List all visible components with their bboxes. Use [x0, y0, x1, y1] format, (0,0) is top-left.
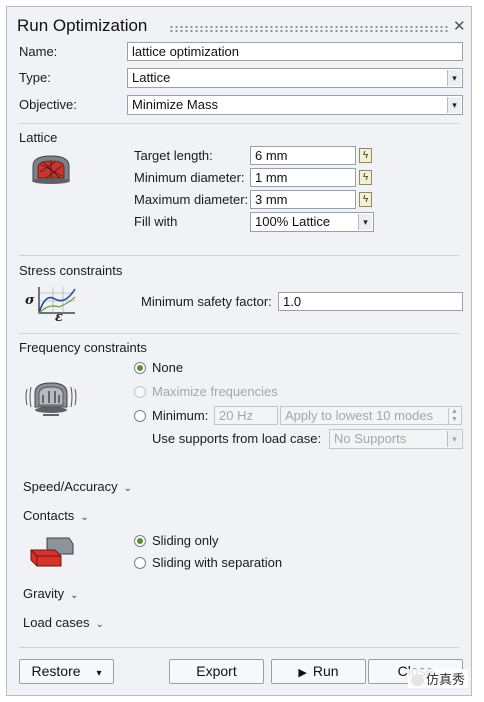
export-button[interactable]: Export: [169, 659, 264, 684]
sliding-only-radio[interactable]: [134, 535, 146, 547]
supports-value: No Supports: [334, 431, 407, 446]
contacts-label: Contacts: [23, 508, 75, 523]
chevron-down-icon: ⌄: [80, 512, 89, 523]
chevron-down-icon: ▾: [96, 668, 102, 679]
max-diameter-input[interactable]: 3 mm: [250, 190, 356, 209]
minimum-frequency-input: 20 Hz: [214, 406, 278, 425]
frequency-maximize-label: Maximize frequencies: [152, 384, 278, 399]
dialog-title: Run Optimization: [17, 16, 148, 35]
objective-select[interactable]: Minimize Mass ▾: [127, 95, 463, 115]
name-label: Name:: [19, 44, 58, 59]
frequency-minimum-radio[interactable]: [134, 410, 146, 422]
objective-value: Minimize Mass: [132, 97, 218, 112]
run-button[interactable]: ▶ Run: [271, 659, 366, 684]
contact-blocks-icon: [29, 534, 75, 568]
min-diameter-input[interactable]: 1 mm: [250, 168, 356, 187]
type-value: Lattice: [132, 70, 171, 85]
divider: [19, 255, 459, 256]
run-label: Run: [312, 663, 339, 679]
close-icon[interactable]: ✕: [453, 17, 466, 35]
divider: [19, 647, 459, 648]
lattice-section-label: Lattice: [19, 130, 58, 145]
contacts-toggle[interactable]: Contacts ⌄: [23, 508, 89, 523]
fill-with-value: 100% Lattice: [255, 214, 331, 229]
gravity-toggle[interactable]: Gravity ⌄: [23, 586, 79, 601]
frequency-none-label: None: [152, 360, 184, 375]
safety-factor-label: Minimum safety factor:: [141, 294, 272, 309]
frequency-minimum-label: Minimum:: [152, 408, 209, 423]
divider: [19, 333, 459, 334]
wechat-icon: [411, 675, 424, 687]
watermark-text: 仿真秀: [426, 672, 466, 687]
chevron-down-icon: ▾: [447, 97, 461, 113]
chevron-down-icon: ▾: [447, 70, 461, 86]
modes-value: Apply to lowest 10 modes: [285, 408, 434, 423]
speed-accuracy-label: Speed/Accuracy: [23, 479, 118, 494]
name-input[interactable]: lattice optimization: [127, 42, 463, 61]
safety-factor-input[interactable]: 1.0: [278, 292, 463, 311]
spinner-arrows-icon: ▲ ▼: [448, 408, 460, 424]
frequency-maximize-radio: [134, 386, 146, 398]
chevron-down-icon: ⌄: [123, 483, 133, 494]
stress-strain-curve-icon: σ ε: [23, 283, 79, 325]
chevron-down-icon: ⌄: [95, 619, 104, 630]
restore-label: Restore: [31, 663, 81, 679]
stress-section-label: Stress constraints: [19, 263, 123, 278]
divider: [19, 123, 459, 124]
vibration-part-icon: [25, 375, 77, 419]
lightning-icon[interactable]: ϟ: [359, 192, 372, 207]
speed-accuracy-toggle[interactable]: Speed/Accuracy ⌄: [23, 479, 132, 494]
frequency-none-radio[interactable]: [134, 362, 146, 374]
modes-spinner: Apply to lowest 10 modes ▲ ▼: [280, 406, 462, 425]
sliding-separation-label: Sliding with separation: [152, 555, 283, 570]
chevron-down-icon: ⌄: [70, 590, 79, 601]
chevron-down-icon: ▾: [358, 214, 372, 230]
epsilon-symbol: ε: [55, 310, 63, 325]
sliding-only-label: Sliding only: [152, 533, 219, 548]
fill-with-select[interactable]: 100% Lattice ▾: [250, 212, 374, 232]
drag-grip[interactable]: [169, 25, 449, 33]
frequency-section-label: Frequency constraints: [19, 340, 147, 355]
min-diameter-label: Minimum diameter:: [134, 170, 245, 185]
play-icon: ▶: [298, 667, 307, 679]
load-cases-label: Load cases: [23, 615, 90, 630]
supports-select: No Supports ▾: [329, 429, 463, 449]
target-length-input[interactable]: 6 mm: [250, 146, 356, 165]
supports-label: Use supports from load case:: [152, 431, 322, 446]
chevron-down-icon: ▾: [447, 431, 461, 447]
load-cases-toggle[interactable]: Load cases ⌄: [23, 615, 104, 630]
lightning-icon[interactable]: ϟ: [359, 148, 372, 163]
type-label: Type:: [19, 70, 51, 85]
type-select[interactable]: Lattice ▾: [127, 68, 463, 88]
objective-label: Objective:: [19, 97, 77, 112]
sigma-symbol: σ: [25, 293, 35, 308]
gravity-label: Gravity: [23, 586, 65, 601]
max-diameter-label: Maximum diameter:: [134, 192, 249, 207]
restore-button[interactable]: Restore ▾: [19, 659, 114, 684]
run-optimization-dialog: Run Optimization ✕ Name: lattice optimiz…: [6, 6, 472, 696]
watermark: 仿真秀: [408, 669, 469, 688]
fill-with-label: Fill with: [134, 214, 178, 229]
target-length-label: Target length:: [134, 148, 213, 163]
lightning-icon[interactable]: ϟ: [359, 170, 372, 185]
lattice-part-icon: [29, 152, 75, 186]
sliding-separation-radio[interactable]: [134, 557, 146, 569]
